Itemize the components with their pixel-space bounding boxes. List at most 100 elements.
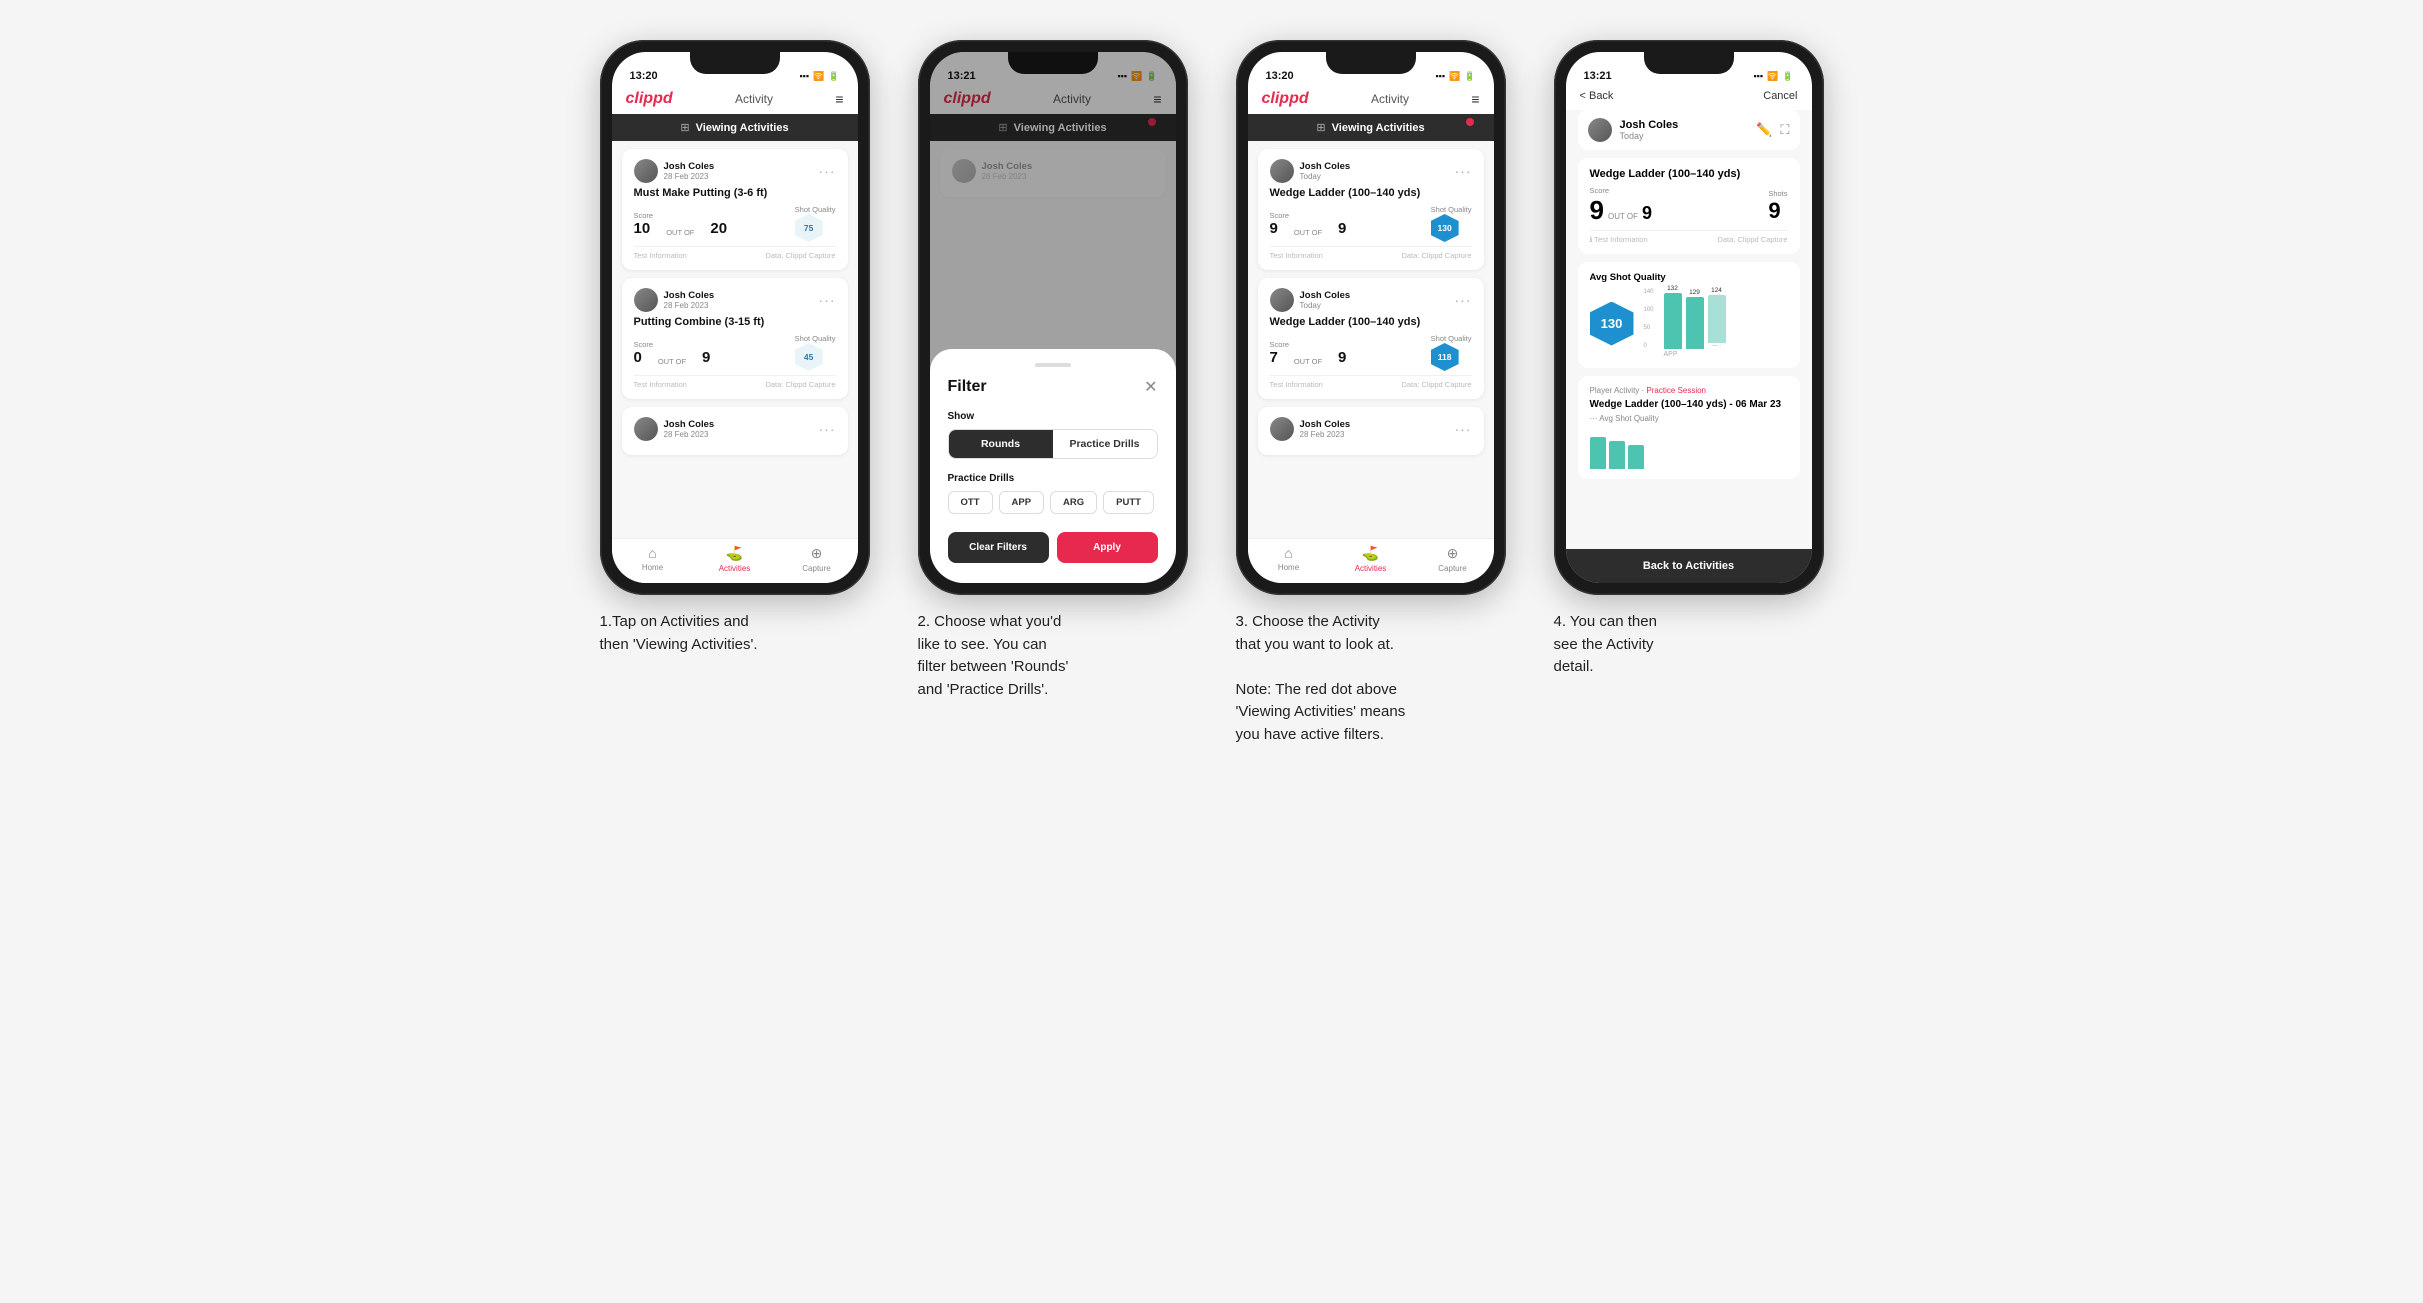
user-name-3: Josh Coles [664, 419, 715, 430]
apply-btn[interactable]: Apply [1057, 532, 1158, 563]
detail-shots-label: Shots [1768, 189, 1787, 198]
wedge-subtitle: ··· Avg Shot Quality [1590, 414, 1788, 423]
detail-user-info: Josh Coles Today [1588, 118, 1679, 142]
chip-ott[interactable]: OTT [948, 491, 993, 514]
user-date-3: 28 Feb 2023 [664, 430, 715, 439]
score-stat-2: Score 0 OUT OF 9 [634, 340, 711, 366]
stats-row-3-2: Score 7 OUT OF 9 Shot Quality 118 [1270, 334, 1472, 371]
menu-icon-3[interactable]: ≡ [1471, 91, 1479, 107]
avatar-3-2 [1270, 288, 1294, 312]
back-btn[interactable]: < Back [1580, 90, 1614, 102]
banner-text-1: Viewing Activities [696, 122, 789, 134]
phone-notch-3 [1326, 52, 1416, 74]
detail-user-row: Josh Coles Today ✏️ ⛶ [1578, 110, 1800, 150]
detail-user-name: Josh Coles [1620, 119, 1679, 131]
viewing-banner-3[interactable]: ⊞ Viewing Activities [1248, 114, 1494, 141]
nav-home-1[interactable]: ⌂ Home [612, 545, 694, 573]
status-icons-3: ▪▪▪ 🛜 🔋 [1435, 71, 1475, 82]
detail-score-title: Wedge Ladder (100–140 yds) [1590, 168, 1788, 180]
activity-title-3-1: Wedge Ladder (100–140 yds) [1270, 187, 1472, 199]
detail-score-label: Score [1590, 186, 1653, 195]
activity-card-3-2[interactable]: Josh Coles Today ··· Wedge Ladder (100–1… [1258, 278, 1484, 399]
detail-info: ℹ Test Information [1590, 235, 1648, 244]
battery-icon: 🔋 [828, 71, 839, 82]
filter-close-btn[interactable]: ✕ [1144, 377, 1157, 397]
nav-home-3[interactable]: ⌂ Home [1248, 545, 1330, 573]
detail-total-num: 9 [1642, 203, 1652, 224]
filter-drills-btn[interactable]: Practice Drills [1053, 430, 1157, 458]
chart-bars: 132 129 124 [1644, 289, 1788, 349]
mini-bar-1 [1590, 437, 1606, 469]
nav-activities-1[interactable]: ⛳ Activities [694, 545, 776, 573]
user-info-3-2: Josh Coles Today [1270, 288, 1351, 312]
activity-card-3-1[interactable]: Josh Coles Today ··· Wedge Ladder (100–1… [1258, 149, 1484, 270]
activity-card-3-3[interactable]: Josh Coles 28 Feb 2023 ··· [1258, 407, 1484, 455]
phone-frame-3: 13:20 ▪▪▪ 🛜 🔋 clippd Activity ≡ ⊞ Viewin… [1236, 40, 1506, 595]
phone-screen-2: 13:21 ▪▪▪ 🛜 🔋 clippd Activity ≡ ⊞ Viewin… [930, 52, 1176, 583]
card-dots-2[interactable]: ··· [819, 292, 836, 308]
status-icons-4: ▪▪▪ 🛜 🔋 [1753, 71, 1793, 82]
card-dots-1[interactable]: ··· [819, 163, 836, 179]
user-info-3: Josh Coles 28 Feb 2023 [634, 417, 715, 441]
signal-icon-3: ▪▪▪ [1435, 71, 1445, 81]
activity-card-1[interactable]: Josh Coles 28 Feb 2023 ··· Must Make Put… [622, 149, 848, 270]
chip-arg[interactable]: ARG [1050, 491, 1097, 514]
stats-row-2: Score 0 OUT OF 9 Shot Quality 45 [634, 334, 836, 371]
chip-putt[interactable]: PUTT [1103, 491, 1154, 514]
user-info-2: Josh Coles 28 Feb 2023 [634, 288, 715, 312]
quality-stat-1: Shot Quality 75 [795, 205, 836, 242]
caption-2: 2. Choose what you'd like to see. You ca… [918, 611, 1188, 701]
card-dots-3-1[interactable]: ··· [1455, 163, 1472, 179]
bar-3 [1708, 295, 1726, 343]
bar-1 [1664, 293, 1682, 349]
edit-icon[interactable]: ✏️ [1756, 122, 1772, 138]
chip-app[interactable]: APP [999, 491, 1045, 514]
user-details-3: Josh Coles 28 Feb 2023 [664, 419, 715, 439]
phone-frame-2: 13:21 ▪▪▪ 🛜 🔋 clippd Activity ≡ ⊞ Viewin… [918, 40, 1188, 595]
quality-stat-2: Shot Quality 45 [795, 334, 836, 371]
expand-icon[interactable]: ⛶ [1780, 122, 1789, 138]
wifi-icon-4: 🛜 [1767, 71, 1778, 82]
user-details-1: Josh Coles 28 Feb 2023 [664, 161, 715, 181]
banner-icon-3: ⊞ [1316, 121, 1325, 134]
nav-activities-label-1: Activities [719, 564, 751, 573]
clear-filters-btn[interactable]: Clear Filters [948, 532, 1049, 563]
phone-col-1: 13:20 ▪▪▪ 🛜 🔋 clippd Activity ≡ ⊞ Vi [590, 40, 880, 656]
card-dots-3-2[interactable]: ··· [1455, 292, 1472, 308]
user-name-2: Josh Coles [664, 290, 715, 301]
phone-col-3: 13:20 ▪▪▪ 🛜 🔋 clippd Activity ≡ ⊞ Viewin… [1226, 40, 1516, 746]
bottom-nav-1: ⌂ Home ⛳ Activities ⊕ Capture [612, 538, 858, 583]
avatar-3-1 [1270, 159, 1294, 183]
activity-card-2[interactable]: Josh Coles 28 Feb 2023 ··· Putting Combi… [622, 278, 848, 399]
bottom-nav-3: ⌂ Home ⛳ Activities ⊕ Capture [1248, 538, 1494, 583]
nav-capture-3[interactable]: ⊕ Capture [1412, 545, 1494, 573]
detail-shots-num: 9 [1768, 198, 1780, 223]
menu-icon-1[interactable]: ≡ [835, 91, 843, 107]
score-group-2: 0 OUT OF 9 [634, 349, 711, 366]
cancel-btn[interactable]: Cancel [1763, 90, 1797, 102]
phone-col-2: 13:21 ▪▪▪ 🛜 🔋 clippd Activity ≡ ⊞ Viewin… [908, 40, 1198, 701]
home-icon-3: ⌂ [1284, 545, 1292, 561]
nav-activities-3[interactable]: ⛳ Activities [1330, 545, 1412, 573]
banner-text-3: Viewing Activities [1332, 122, 1425, 134]
filter-actions: Clear Filters Apply [948, 532, 1158, 563]
card-footer-1: Test Information Data: Clippd Capture [634, 246, 836, 260]
back-to-activities-btn[interactable]: Back to Activities [1566, 549, 1812, 583]
app-logo-3: clippd [1262, 90, 1309, 108]
filter-title: Filter [948, 378, 987, 396]
avatar-1 [634, 159, 658, 183]
viewing-banner-1[interactable]: ⊞ Viewing Activities [612, 114, 858, 141]
mini-chart [1590, 429, 1788, 469]
detail-data-source: Data: Clippd Capture [1717, 235, 1787, 244]
filter-rounds-btn[interactable]: Rounds [949, 430, 1053, 458]
user-info-1: Josh Coles 28 Feb 2023 [634, 159, 715, 183]
avatar-3 [634, 417, 658, 441]
phone-notch-1 [690, 52, 780, 74]
card-dots-3[interactable]: ··· [819, 421, 836, 437]
nav-capture-1[interactable]: ⊕ Capture [776, 545, 858, 573]
activity-card-3[interactable]: Josh Coles 28 Feb 2023 ··· [622, 407, 848, 455]
avg-quality-card: Avg Shot Quality 130 140 100 50 0 [1578, 262, 1800, 368]
filter-handle [1035, 363, 1071, 367]
chart-x-label: APP [1644, 351, 1788, 358]
caption-1: 1.Tap on Activities and then 'Viewing Ac… [600, 611, 870, 656]
